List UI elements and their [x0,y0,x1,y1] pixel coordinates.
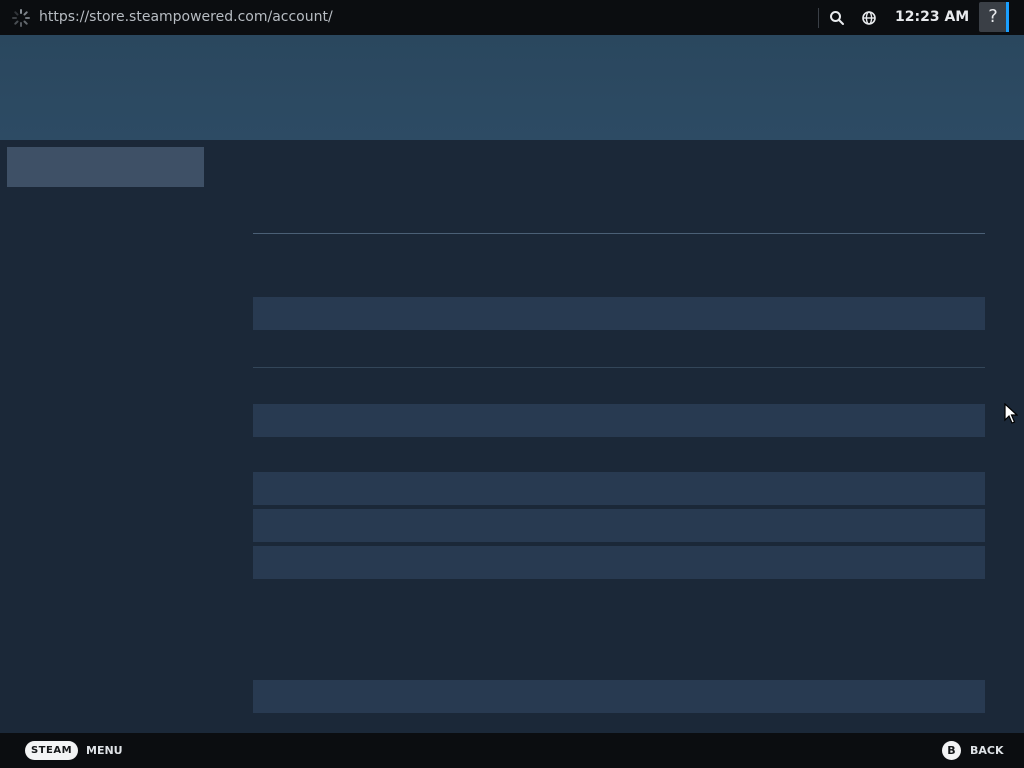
help-button[interactable]: ? [979,2,1007,32]
clock-time: 12:23 AM [895,9,970,25]
page-header-banner [0,35,1024,140]
section-divider [253,367,985,368]
section-divider [253,233,985,234]
loading-placeholder-row [253,472,985,505]
loading-placeholder-row [253,680,985,713]
loading-placeholder-row [253,404,985,437]
topbar-divider [818,8,819,28]
globe-icon[interactable] [858,7,880,29]
loading-placeholder-row [253,297,985,330]
help-focus-indicator [1006,2,1009,32]
search-icon[interactable] [826,7,848,29]
b-button-icon[interactable]: B [942,741,961,760]
sidebar-placeholder [7,147,204,187]
loading-spinner-icon [11,8,31,28]
address-url[interactable]: https://store.steampowered.com/account/ [39,9,333,25]
back-label: BACK [970,744,1004,757]
loading-placeholder-row [253,509,985,542]
menu-label: MENU [86,744,123,757]
top-bar: https://store.steampowered.com/account/ … [0,0,1024,35]
mouse-cursor-icon [1004,402,1019,425]
loading-placeholder-row [253,546,985,579]
bottom-bar: STEAM MENU B BACK [0,733,1024,768]
steam-button[interactable]: STEAM [25,741,78,760]
